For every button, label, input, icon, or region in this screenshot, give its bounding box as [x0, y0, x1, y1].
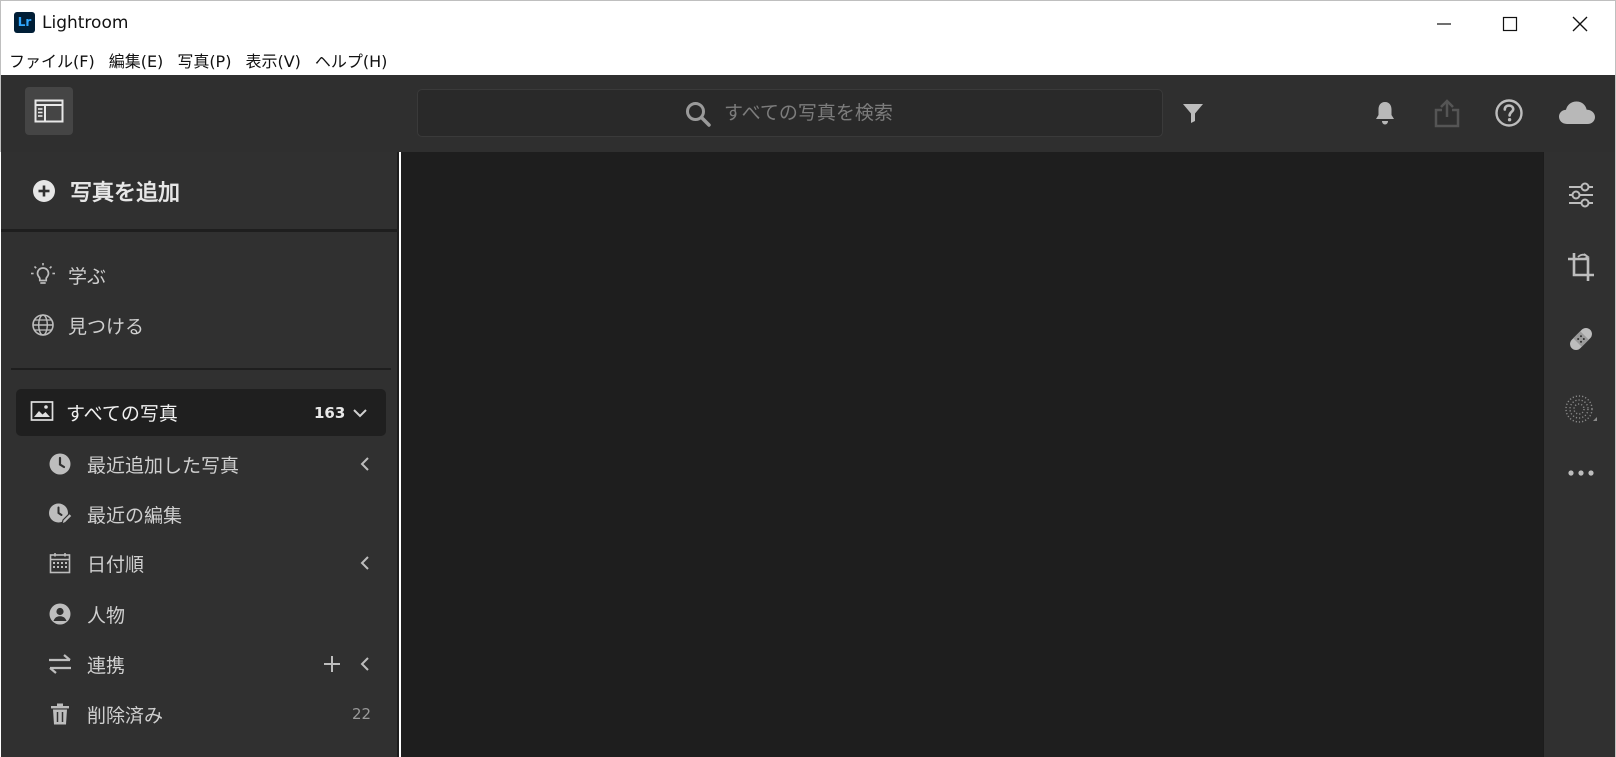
nav-deleted-label: 削除済み [87, 704, 164, 727]
filter-funnel-icon [1183, 104, 1203, 123]
share-upload-icon [1434, 99, 1460, 128]
photo-canvas[interactable] [401, 152, 1543, 757]
nav-by-date[interactable]: 日付順 [1, 543, 399, 583]
mask-dotted-circle-icon [1565, 395, 1597, 423]
more-dots-icon [1568, 470, 1594, 476]
plus-icon[interactable] [323, 655, 341, 673]
chevron-left-icon[interactable] [357, 456, 373, 472]
lightbulb-icon [30, 262, 56, 288]
lightroom-logo-icon: Lr [14, 12, 35, 33]
menu-file[interactable]: ファイル(F) [9, 48, 95, 72]
chevron-down-icon[interactable] [352, 405, 368, 421]
nav-people[interactable]: 人物 [1, 594, 399, 634]
share-button[interactable] [1427, 93, 1467, 133]
trash-icon [47, 701, 73, 727]
nav-recent-edits[interactable]: 最近の編集 [1, 494, 399, 534]
nav-learn[interactable]: 学ぶ [1, 255, 399, 295]
minimize-button[interactable] [1413, 1, 1475, 46]
add-photo-label: 写真を追加 [70, 180, 181, 206]
nav-by-date-label: 日付順 [87, 553, 145, 576]
nav-discover-label: 見つける [68, 315, 145, 338]
sync-arrows-icon [47, 651, 73, 677]
crop-rotate-icon [1568, 253, 1594, 281]
crop-button[interactable] [1561, 247, 1601, 287]
chevron-left-icon[interactable] [357, 656, 373, 672]
globe-icon [30, 312, 56, 338]
person-icon [47, 601, 73, 627]
right-edit-panel [1543, 152, 1616, 757]
nav-deleted[interactable]: 削除済み 22 [1, 694, 399, 734]
image-icon [30, 400, 54, 426]
sidebar-panel-icon [34, 99, 64, 123]
nav-discover[interactable]: 見つける [1, 305, 399, 345]
close-button[interactable] [1549, 1, 1611, 46]
menu-help[interactable]: ヘルプ(H) [315, 48, 388, 72]
nav-all-photos-label: すべての写真 [66, 403, 178, 425]
search-box[interactable] [417, 89, 1163, 137]
nav-connections-label: 連携 [87, 654, 126, 677]
section-divider [11, 368, 391, 370]
edit-adjustments-button[interactable] [1561, 175, 1601, 215]
chevron-left-icon[interactable] [357, 555, 373, 571]
top-toolbar [0, 75, 1616, 152]
minimize-icon [1437, 22, 1451, 25]
help-question-icon [1495, 99, 1523, 127]
calendar-icon [47, 550, 73, 576]
search-input[interactable] [724, 98, 1124, 128]
healing-button[interactable] [1561, 319, 1601, 359]
masking-button[interactable] [1561, 391, 1601, 431]
title-bar: Lr Lightroom [0, 0, 1616, 45]
close-icon [1572, 16, 1588, 31]
maximize-icon [1502, 16, 1518, 31]
menu-bar: ファイル(F) 編集(E) 写真(P) 表示(V) ヘルプ(H) [0, 45, 1616, 75]
add-circle-icon [33, 179, 55, 202]
clock-icon [47, 451, 73, 477]
filter-button[interactable] [1173, 93, 1213, 133]
deleted-count: 22 [352, 705, 372, 723]
more-options-button[interactable] [1561, 453, 1601, 493]
menu-photo[interactable]: 写真(P) [177, 48, 231, 72]
nav-recently-added[interactable]: 最近追加した写真 [1, 444, 399, 484]
nav-learn-label: 学ぶ [68, 265, 107, 288]
maximize-button[interactable] [1479, 1, 1541, 46]
recent-edit-icon [47, 501, 73, 527]
search-icon [686, 102, 711, 127]
nav-connections[interactable]: 連携 [1, 644, 399, 684]
left-panel: 写真を追加 学ぶ 見つける すべての写真 163 最近追加した写真 最近の編集 … [1, 152, 399, 757]
bandage-icon [1570, 328, 1592, 350]
all-photos-count: 163 [314, 404, 346, 422]
cloud-sync-button[interactable] [1557, 93, 1597, 133]
sliders-icon [1569, 182, 1593, 208]
menu-edit[interactable]: 編集(E) [109, 48, 164, 72]
notifications-button[interactable] [1365, 93, 1405, 133]
nav-recent-edits-label: 最近の編集 [87, 504, 183, 527]
nav-all-photos[interactable]: すべての写真 163 [16, 389, 386, 436]
window-title: Lightroom [42, 13, 129, 33]
bell-icon [1376, 102, 1394, 125]
add-photo-button[interactable]: 写真を追加 [1, 152, 399, 232]
help-button[interactable] [1489, 93, 1529, 133]
nav-recently-added-label: 最近追加した写真 [87, 454, 240, 477]
menu-view[interactable]: 表示(V) [245, 48, 300, 72]
panel-toggle-button[interactable] [25, 87, 73, 135]
nav-people-label: 人物 [87, 604, 126, 627]
cloud-icon [1559, 101, 1595, 124]
